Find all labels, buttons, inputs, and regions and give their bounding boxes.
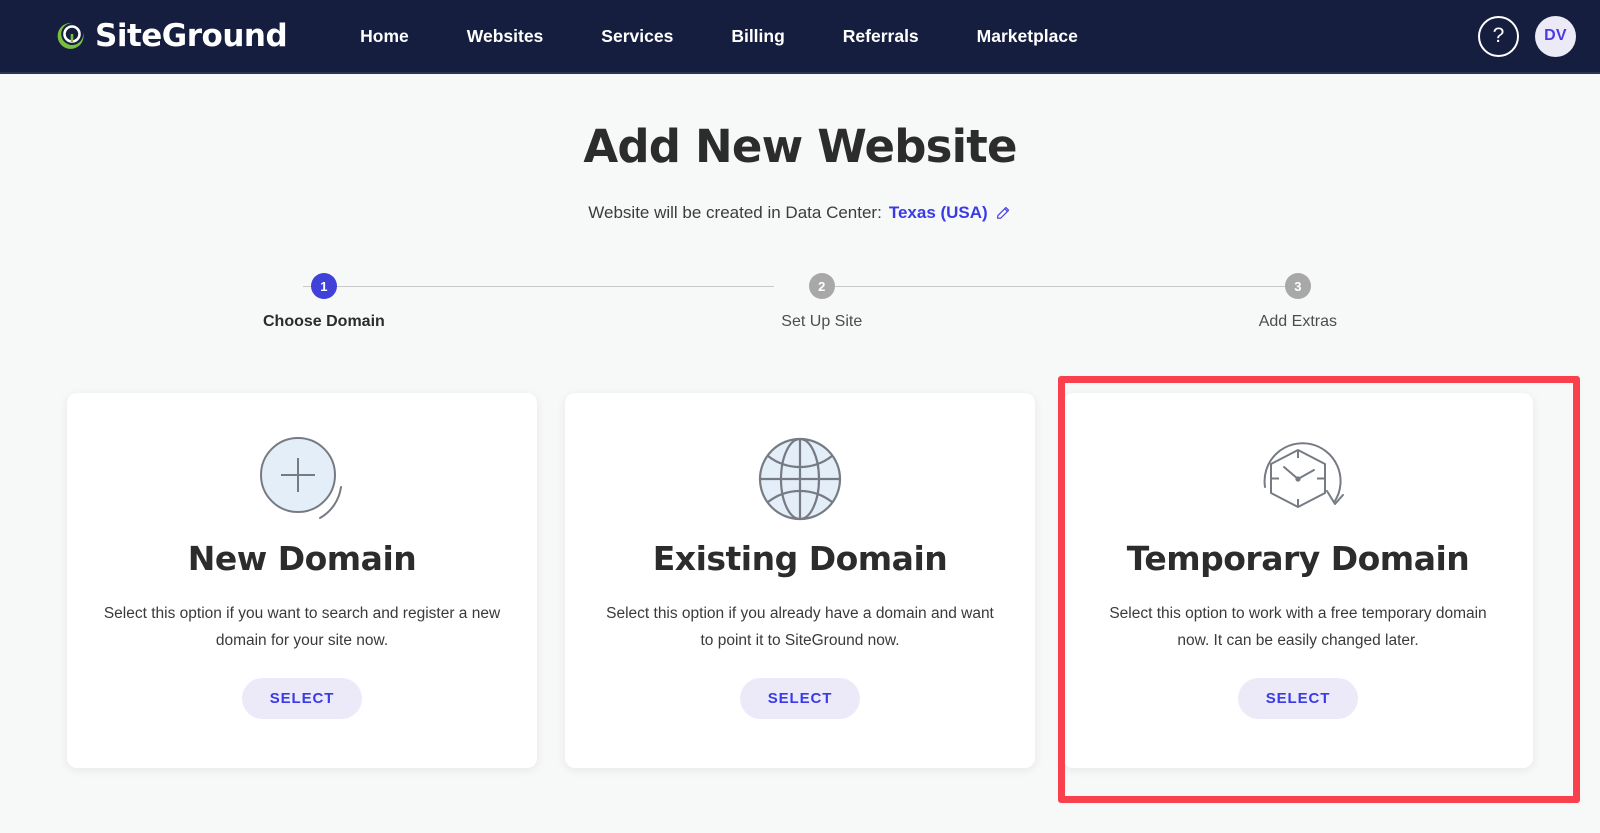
avatar[interactable]: DV [1535,15,1576,57]
select-button-temporary-domain[interactable]: SELECT [1237,678,1359,720]
new-domain-card[interactable]: New Domain Select this option if you wan… [67,393,537,768]
page-content: Add New Website Website will be created … [0,74,1600,768]
nav-item-services[interactable]: Services [572,0,702,73]
step-label: Set Up Site [781,313,863,330]
navbar-actions: ? DV [1478,15,1576,57]
card-description: Select this option if you want to search… [103,605,501,650]
card-title: Existing Domain [652,539,948,578]
stepper-step-choose-domain[interactable]: 1 Choose Domain [263,273,385,331]
siteground-logo-text: SiteGround [95,18,288,54]
card-title: Temporary Domain [1126,539,1470,578]
nav-links: Home Websites Services Billing Referrals… [331,0,1107,73]
step-number-badge: 3 [1284,273,1311,299]
existing-domain-card[interactable]: Existing Domain Select this option if yo… [565,393,1035,768]
data-center-label: Website will be created in Data Center: [588,203,882,222]
page-title: Add New Website [583,120,1017,173]
data-center-line: Website will be created in Data Center: … [0,203,1600,223]
globe-icon [750,425,850,533]
top-navbar: SiteGround Home Websites Services Billin… [0,0,1600,74]
stepper-step-add-extras[interactable]: 3 Add Extras [1259,273,1337,331]
help-icon[interactable]: ? [1478,15,1519,57]
progress-stepper: 1 Choose Domain 2 Set Up Site 3 Add Extr… [263,273,1337,331]
stepper-connector-2 [826,286,1297,287]
stepper-step-set-up-site[interactable]: 2 Set Up Site [781,273,862,331]
step-number-badge: 2 [808,273,835,299]
nav-item-billing[interactable]: Billing [702,0,813,73]
step-label: Choose Domain [263,313,385,330]
card-title: New Domain [187,539,417,578]
siteground-logo[interactable]: SiteGround [55,18,288,54]
pencil-icon[interactable] [995,205,1012,222]
siteground-logo-icon [55,19,89,53]
select-button-new-domain[interactable]: SELECT [241,678,363,720]
nav-item-websites[interactable]: Websites [438,0,573,73]
card-description: Select this option if you already have a… [606,605,994,650]
temporary-clock-icon [1243,425,1353,533]
select-button-existing-domain[interactable]: SELECT [739,678,861,720]
nav-item-referrals[interactable]: Referrals [814,0,948,73]
nav-item-marketplace[interactable]: Marketplace [948,0,1107,73]
temporary-domain-card[interactable]: Temporary Domain Select this option to w… [1063,393,1533,768]
nav-item-home[interactable]: Home [331,0,438,73]
domain-option-cards: New Domain Select this option if you wan… [0,393,1600,768]
step-number-badge: 1 [310,273,337,299]
data-center-value-link[interactable]: Texas (USA) [889,203,988,223]
plus-circle-icon [252,425,352,533]
step-label: Add Extras [1258,313,1337,330]
card-description: Select this option to work with a free t… [1109,605,1487,650]
